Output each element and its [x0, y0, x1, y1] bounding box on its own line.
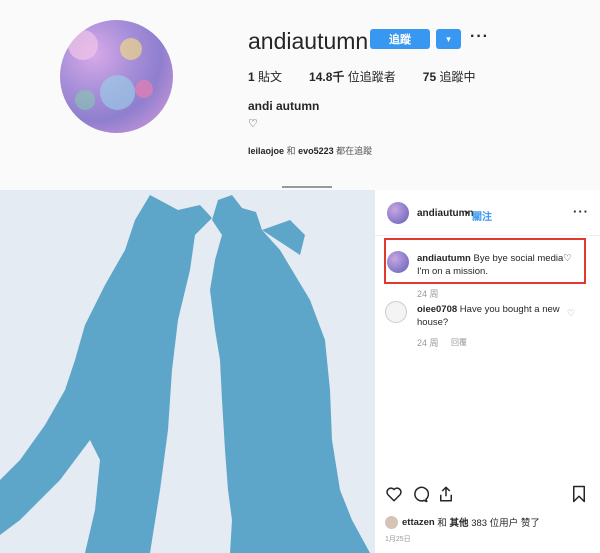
followers-label: 位追蹤者: [347, 70, 396, 84]
liker-username[interactable]: ettazen: [402, 517, 435, 528]
chevron-down-icon: ▾: [446, 33, 451, 44]
commenter-avatar[interactable]: [385, 301, 407, 323]
profile-avatar[interactable]: [60, 20, 173, 133]
post-follow-link[interactable]: 關注: [472, 208, 492, 223]
likes-count[interactable]: 383 位用户: [471, 515, 518, 529]
comment-time[interactable]: 24 周: [417, 336, 439, 349]
suggestions-dropdown-button[interactable]: ▾: [436, 29, 461, 49]
caption-author-avatar[interactable]: [387, 251, 409, 273]
comment-reply-button[interactable]: 回覆: [451, 337, 467, 348]
profile-stats: 1 貼文 14.8千 位追蹤者 75 追蹤中: [248, 68, 502, 85]
profile-bio: ♡: [248, 118, 258, 130]
caption-time[interactable]: 24 周: [417, 287, 439, 300]
header-separator: •: [465, 208, 469, 219]
caption-text-line1: Bye bye social media♡: [473, 253, 572, 264]
comment-item: oiee0708 Have you bought a new house?: [417, 303, 577, 329]
post-action-bar: [375, 485, 600, 509]
profile-username: andiautumn: [248, 28, 369, 54]
post-photo[interactable]: [0, 190, 375, 553]
comment-username[interactable]: oiee0708: [417, 304, 457, 315]
followed-by-suffix: 都在追蹤: [336, 146, 373, 156]
followers-count: 14.8千: [309, 70, 345, 84]
liker-avatar[interactable]: [385, 515, 398, 529]
posts-count: 1: [248, 70, 255, 84]
caption-username[interactable]: andiautumn: [417, 253, 471, 264]
followed-by-text: leilaojoe 和 evo5223 都在追蹤: [248, 144, 372, 157]
more-options-icon[interactable]: ···: [470, 28, 489, 46]
comment-like-heart-icon[interactable]: ♡: [567, 308, 575, 319]
posts-stat: 1 貼文: [248, 68, 282, 85]
following-stat[interactable]: 75 追蹤中: [423, 68, 476, 85]
caption-text-line2: I'm on a mission.: [417, 266, 488, 277]
caption-comment: andiautumn Bye bye social media♡ I'm on …: [417, 252, 587, 278]
followed-by-user-link[interactable]: leilaojoe: [248, 146, 284, 156]
post-modal: andiautumn • 關注 ··· andiautumn Bye bye s…: [0, 190, 600, 553]
bookmark-icon[interactable]: [571, 485, 587, 503]
profile-full-name: andi autumn: [248, 99, 320, 113]
divider-handle: [282, 186, 332, 188]
follow-button[interactable]: 追蹤: [370, 29, 430, 49]
profile-header: andiautumn 追蹤 ▾ ··· 1 貼文 14.8千 位追蹤者 75 追…: [0, 0, 600, 190]
post-header: andiautumn • 關注 ···: [375, 190, 600, 236]
following-label: 追蹤中: [439, 70, 476, 84]
followed-by-user-link[interactable]: evo5223: [298, 146, 334, 156]
post-author-avatar[interactable]: [387, 202, 409, 224]
post-more-options-icon[interactable]: ···: [573, 204, 589, 219]
followers-stat[interactable]: 14.8千 位追蹤者: [309, 68, 396, 85]
likes-others[interactable]: 其他: [450, 515, 469, 529]
comment-icon[interactable]: [411, 485, 429, 503]
likes-suffix: 赞了: [520, 518, 540, 529]
likes-and: 和: [437, 518, 447, 529]
post-side-panel: andiautumn • 關注 ··· andiautumn Bye bye s…: [375, 190, 600, 553]
likes-summary: ettazen 和 其他 383 位用户 赞了: [385, 515, 540, 529]
share-icon[interactable]: [437, 485, 455, 503]
comment-text-line1: Have you bought a new: [459, 304, 560, 315]
heart-icon[interactable]: [385, 485, 403, 503]
post-date[interactable]: 1月25日: [385, 534, 411, 544]
posts-label: 貼文: [258, 70, 283, 84]
comment-text-line2: house?: [417, 317, 449, 328]
shadow-silhouettes-image: [0, 190, 375, 553]
following-count: 75: [422, 70, 437, 84]
followed-by-and: 和: [286, 146, 296, 156]
